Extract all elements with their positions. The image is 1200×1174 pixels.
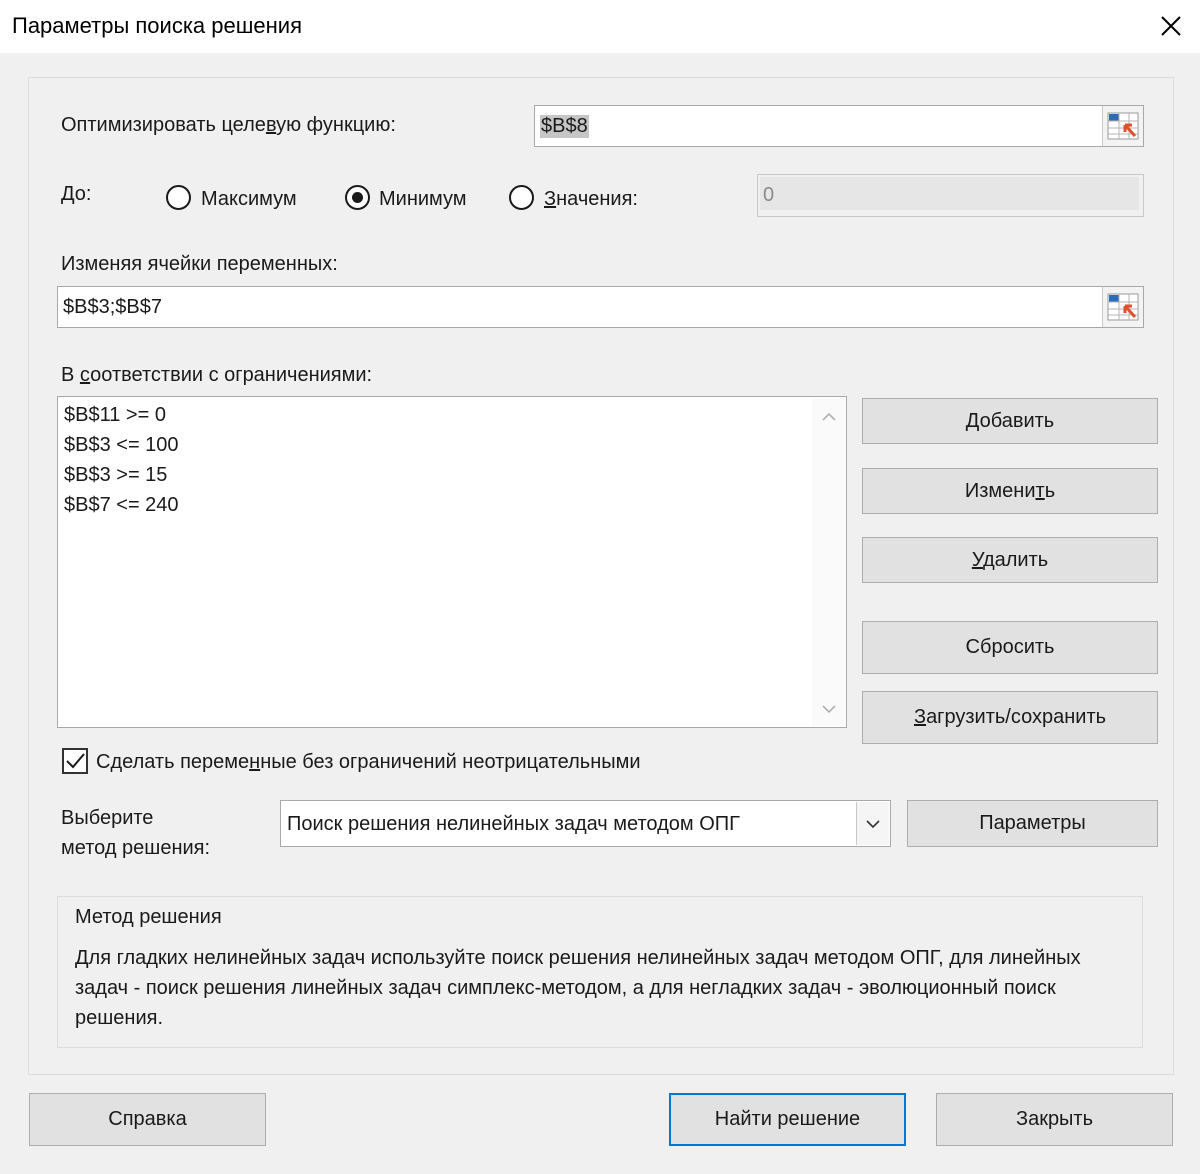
list-item[interactable]: $B$11 >= 0 bbox=[64, 404, 166, 427]
method-description-text: Для гладких нелинейных задач используйте… bbox=[75, 947, 1081, 1029]
method-description-title: Метод решения bbox=[75, 906, 222, 928]
variables-input[interactable]: $B$3;$B$7 bbox=[57, 286, 1144, 328]
radio-maximum[interactable] bbox=[166, 185, 191, 210]
constraints-list[interactable]: $B$11 >= 0 $B$3 <= 100 $B$3 >= 15 $B$7 <… bbox=[57, 396, 847, 728]
title-bar: Параметры поиска решения bbox=[0, 0, 1200, 53]
nonnegative-label: Сделать переменные без ограничений неотр… bbox=[96, 751, 641, 773]
radio-minimum-label: Минимум bbox=[379, 188, 467, 210]
checkmark-icon bbox=[66, 753, 85, 769]
change-button[interactable]: Изменить bbox=[862, 468, 1158, 514]
objective-input[interactable]: $B$8 bbox=[534, 105, 1144, 147]
options-button[interactable]: Параметры bbox=[907, 800, 1158, 847]
reset-button[interactable]: Сбросить bbox=[862, 621, 1158, 674]
add-button[interactable]: Добавить bbox=[862, 398, 1158, 444]
constraints-label: В соответствии с ограничениями: bbox=[61, 364, 373, 386]
list-item[interactable]: $B$3 <= 100 bbox=[64, 434, 179, 457]
objective-value: $B$8 bbox=[540, 114, 589, 138]
chevron-down-icon[interactable] bbox=[856, 802, 889, 845]
variables-value: $B$3;$B$7 bbox=[63, 295, 162, 318]
method-label-line1: Выберите bbox=[61, 807, 154, 829]
method-description-group: Метод решения Для гладких нелинейных зад… bbox=[57, 896, 1143, 1048]
scroll-down-icon bbox=[822, 705, 836, 714]
load-save-button[interactable]: Загрузить/сохранить bbox=[862, 691, 1158, 744]
method-selected: Поиск решения нелинейных задач методом О… bbox=[287, 813, 740, 835]
radio-value-of-label: Значения: bbox=[544, 188, 638, 210]
constraints-scrollbar[interactable] bbox=[812, 398, 845, 726]
variables-label: Изменяя ячейки переменных: bbox=[61, 253, 338, 275]
value-of-input: 0 bbox=[757, 174, 1144, 217]
to-label: До: bbox=[61, 183, 92, 205]
delete-button[interactable]: Удалить bbox=[862, 537, 1158, 583]
solve-button[interactable]: Найти решение bbox=[669, 1093, 906, 1146]
range-select-icon[interactable] bbox=[1102, 106, 1143, 146]
nonnegative-checkbox[interactable] bbox=[62, 748, 88, 774]
radio-value-of[interactable] bbox=[509, 185, 534, 210]
close-icon[interactable] bbox=[1148, 4, 1194, 48]
list-item[interactable]: $B$3 >= 15 bbox=[64, 464, 167, 487]
radio-maximum-label: Максимум bbox=[201, 188, 297, 210]
list-item[interactable]: $B$7 <= 240 bbox=[64, 494, 179, 517]
radio-minimum[interactable] bbox=[345, 185, 370, 210]
scroll-up-icon bbox=[822, 412, 836, 421]
close-button[interactable]: Закрыть bbox=[936, 1093, 1173, 1146]
help-button[interactable]: Справка bbox=[29, 1093, 266, 1146]
method-select[interactable]: Поиск решения нелинейных задач методом О… bbox=[280, 800, 891, 847]
window-title: Параметры поиска решения bbox=[12, 13, 302, 38]
range-select-icon[interactable] bbox=[1102, 287, 1143, 327]
objective-label: Оптимизировать целевую функцию: bbox=[61, 114, 396, 136]
method-label-line2: метод решения: bbox=[61, 837, 211, 859]
